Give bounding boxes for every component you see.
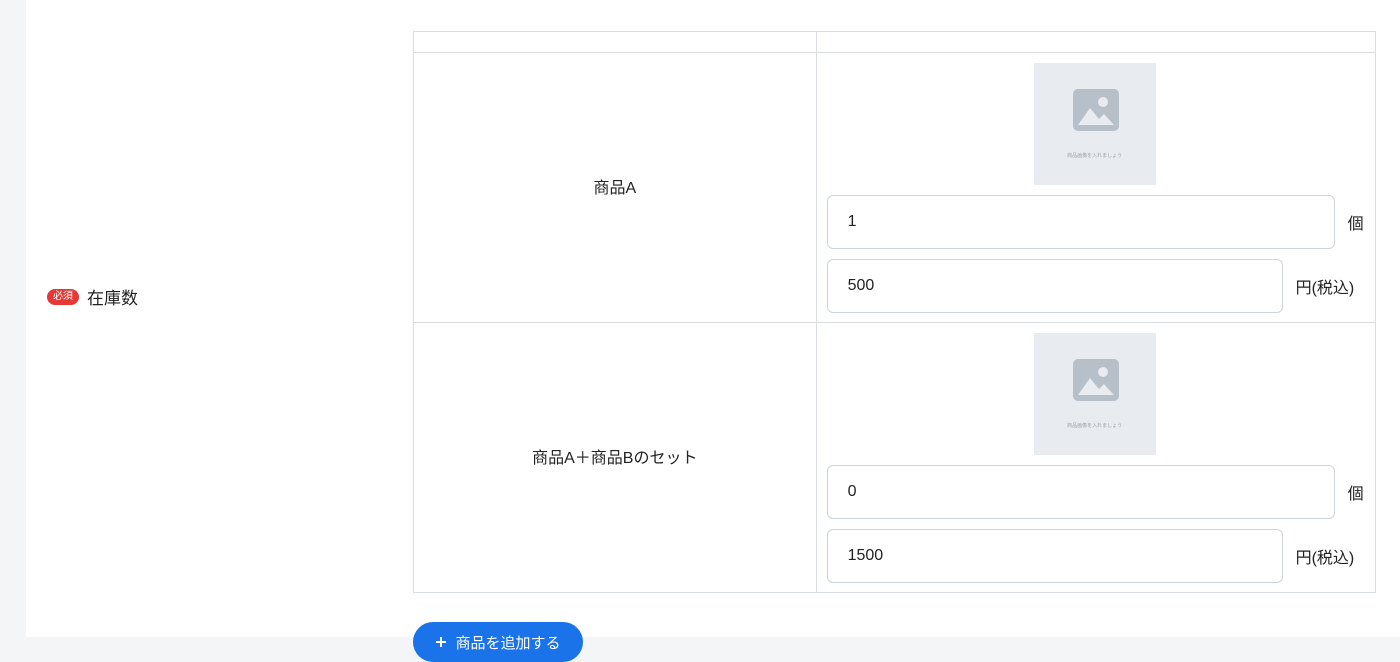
product-detail-cell: 商品画像を入れましょう 個 円(税込) (815, 322, 1377, 593)
table-header-row (413, 31, 1377, 53)
image-icon (1072, 89, 1119, 131)
table-row: 商品A 商品画像を入れましょう 個 円(税込) (413, 52, 1377, 323)
header-cell (815, 31, 1377, 53)
price-input[interactable] (826, 259, 1283, 313)
product-image-placeholder[interactable]: 商品画像を入れましょう (1033, 333, 1156, 455)
stock-field-label: 必須 在庫数 (47, 284, 138, 309)
product-name-cell: 商品A＋商品Bのセット (413, 322, 817, 593)
quantity-input[interactable] (826, 465, 1335, 519)
image-icon (1072, 359, 1119, 401)
quantity-unit: 個 (1347, 486, 1364, 503)
price-row: 円(税込) (826, 259, 1355, 313)
price-unit: 円(税込) (1295, 280, 1355, 297)
quantity-row: 個 (826, 195, 1364, 249)
quantity-row: 個 (826, 465, 1364, 519)
product-detail-cell: 商品画像を入れましょう 個 円(税込) (815, 52, 1377, 323)
add-product-button[interactable]: 商品を追加する (413, 622, 583, 662)
table-row: 商品A＋商品Bのセット 商品画像を入れましょう 個 (413, 322, 1377, 593)
image-caption: 商品画像を入れましょう (1067, 153, 1123, 159)
add-product-label: 商品を追加する (455, 634, 561, 652)
price-unit: 円(税込) (1295, 550, 1355, 567)
field-label-text: 在庫数 (87, 289, 138, 308)
product-image-placeholder[interactable]: 商品画像を入れましょう (1033, 63, 1156, 185)
required-badge: 必須 (47, 288, 79, 305)
product-name-cell: 商品A (413, 52, 817, 323)
price-row: 円(税込) (826, 529, 1355, 583)
header-cell (413, 31, 817, 53)
product-name: 商品A＋商品Bのセット (532, 449, 698, 467)
quantity-input[interactable] (826, 195, 1335, 249)
product-name: 商品A (593, 179, 637, 197)
stock-table: 商品A 商品画像を入れましょう 個 円(税込) (413, 31, 1377, 593)
price-input[interactable] (826, 529, 1283, 583)
plus-icon (436, 637, 447, 647)
image-caption: 商品画像を入れましょう (1067, 423, 1123, 429)
quantity-unit: 個 (1347, 216, 1364, 233)
